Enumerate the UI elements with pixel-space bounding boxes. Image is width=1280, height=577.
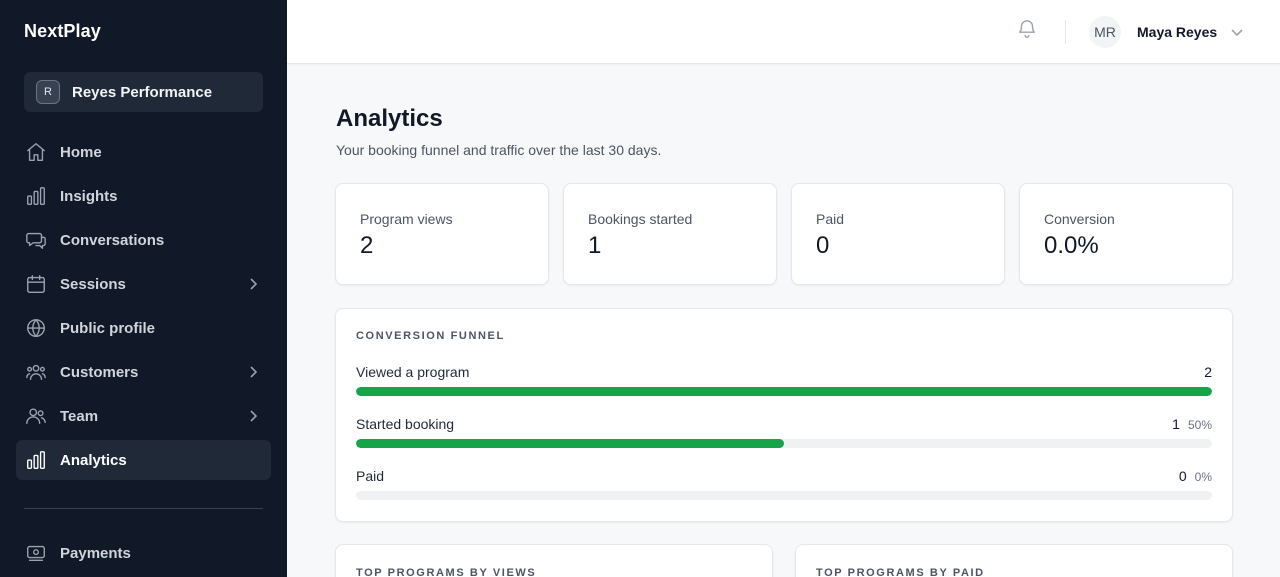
sidebar-item-team[interactable]: Team: [16, 396, 271, 436]
conversion-funnel-card: Conversion funnel Viewed a program 2 Sta…: [335, 308, 1233, 522]
topbar: MR Maya Reyes: [287, 0, 1280, 64]
sidebar-item-payments[interactable]: Payments: [16, 533, 271, 573]
sidebar-item-label: Payments: [60, 544, 131, 562]
payments-icon: [24, 541, 48, 565]
sidebar-item-label: Analytics: [60, 451, 127, 469]
sidebar-item-sessions[interactable]: Sessions: [16, 264, 271, 304]
stat-card-conversion: Conversion 0.0%: [1019, 183, 1233, 285]
sidebar-item-analytics[interactable]: Analytics: [16, 440, 271, 480]
sidebar-item-insights[interactable]: Insights: [16, 176, 271, 216]
stat-value: 0.0%: [1044, 232, 1099, 259]
funnel-label: Started booking: [356, 416, 455, 432]
sidebar-nav: Home Insights Conversations Sessions Pub…: [16, 132, 271, 484]
funnel-percent: 50%: [1187, 418, 1212, 432]
funnel-track: [356, 491, 1212, 500]
stat-card-program-views: Program views 2: [335, 183, 549, 285]
funnel-percent: 0%: [1194, 470, 1212, 484]
funnel-count: 0: [1178, 468, 1187, 484]
stat-value: 2: [360, 232, 374, 259]
funnel-track: [356, 387, 1212, 396]
chevron-down-icon[interactable]: [1229, 24, 1245, 40]
sidebar-item-customers[interactable]: Customers: [16, 352, 271, 392]
stat-label: Paid: [816, 211, 845, 227]
sidebar-item-label: Team: [60, 407, 99, 425]
funnel-track: [356, 439, 1212, 448]
stat-value: 0: [816, 232, 830, 259]
topbar-divider: [1065, 20, 1066, 44]
sidebar: NextPlay R Reyes Performance Home Insigh…: [0, 0, 287, 577]
sidebar-item-label: Public profile: [60, 319, 156, 337]
sidebar-item-label: Home: [60, 143, 102, 161]
funnel-title: Conversion funnel: [356, 330, 505, 342]
funnel-stats: 1 50%: [1172, 416, 1212, 432]
stat-label: Conversion: [1044, 211, 1115, 227]
funnel-label: Viewed a program: [356, 364, 470, 380]
funnel-row-viewed: Viewed a program 2: [356, 364, 1212, 404]
page-title: Analytics: [336, 105, 443, 132]
stat-label: Bookings started: [588, 211, 693, 227]
user-group-icon: [24, 404, 48, 428]
page-subtitle: Your booking funnel and traffic over the…: [336, 142, 662, 158]
home-icon: [24, 140, 48, 164]
avatar[interactable]: MR: [1089, 16, 1121, 48]
sidebar-bottom-nav: Payments: [16, 533, 271, 577]
stat-card-paid: Paid 0: [791, 183, 1005, 285]
funnel-stats: 2: [1204, 364, 1212, 380]
user-name[interactable]: Maya Reyes: [1137, 24, 1217, 40]
chevron-right-icon[interactable]: [245, 364, 261, 380]
stat-value: 1: [588, 232, 602, 259]
funnel-fill: [356, 387, 1212, 396]
org-switcher[interactable]: R Reyes Performance: [24, 72, 263, 112]
sidebar-item-public-profile[interactable]: Public profile: [16, 308, 271, 348]
sidebar-item-label: Sessions: [60, 275, 126, 293]
sidebar-item-conversations[interactable]: Conversations: [16, 220, 271, 260]
funnel-row-started: Started booking 1 50%: [356, 416, 1212, 456]
funnel-fill: [356, 439, 784, 448]
panel-title: Top programs by views: [356, 567, 537, 577]
calendar-icon: [24, 272, 48, 296]
funnel-stats: 0 0%: [1179, 468, 1212, 484]
top-programs-paid-card: Top programs by paid: [795, 544, 1233, 577]
chevron-right-icon[interactable]: [245, 408, 261, 424]
sidebar-item-home[interactable]: Home: [16, 132, 271, 172]
brand-logo[interactable]: NextPlay: [24, 21, 101, 42]
org-name: Reyes Performance: [72, 83, 213, 101]
panel-title: Top programs by paid: [816, 567, 985, 577]
sidebar-divider: [24, 508, 263, 509]
bar-chart-icon: [24, 184, 48, 208]
stat-card-bookings-started: Bookings started 1: [563, 183, 777, 285]
chevron-right-icon[interactable]: [245, 276, 261, 292]
funnel-count: 1: [1172, 416, 1180, 432]
org-badge: R: [36, 80, 60, 104]
sidebar-item-label: Insights: [60, 187, 118, 205]
users-icon: [24, 360, 48, 384]
sidebar-item-label: Conversations: [60, 231, 165, 249]
stat-label: Program views: [360, 211, 453, 227]
funnel-count: 2: [1204, 364, 1212, 380]
globe-icon: [24, 316, 48, 340]
top-programs-views-card: Top programs by views: [335, 544, 773, 577]
funnel-label: Paid: [356, 468, 385, 484]
chat-icon: [24, 228, 48, 252]
analytics-icon: [24, 448, 48, 472]
funnel-row-paid: Paid 0 0%: [356, 468, 1212, 508]
bell-icon[interactable]: [1016, 18, 1040, 42]
sidebar-item-label: Customers: [60, 363, 139, 381]
